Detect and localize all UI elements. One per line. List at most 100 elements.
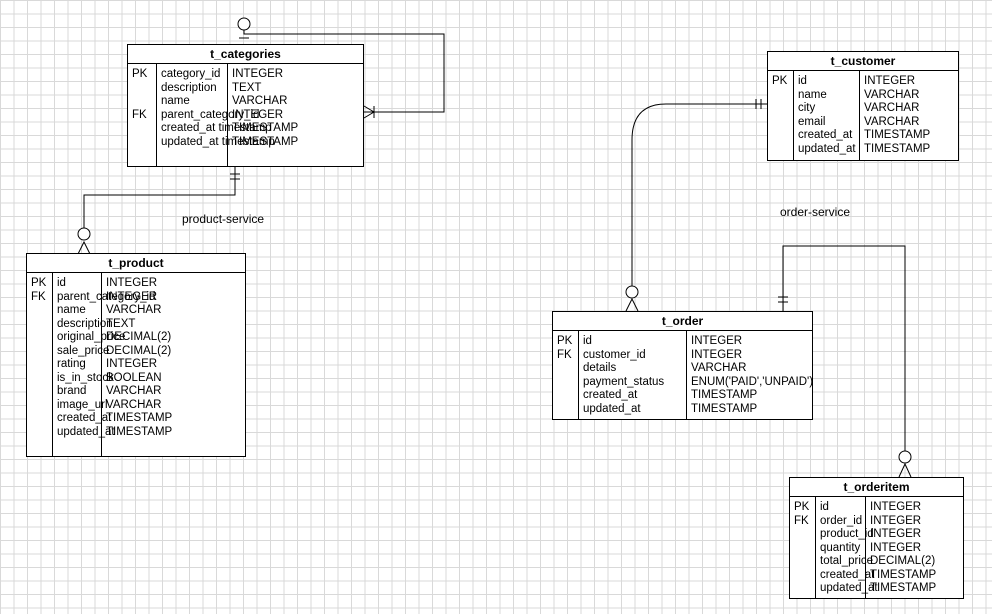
customer-order-zero-circle xyxy=(625,285,639,299)
key-cell xyxy=(772,129,793,143)
key-cell xyxy=(557,403,578,417)
column-type-cell: VARCHAR xyxy=(106,398,162,411)
customer-order-many-mark xyxy=(625,297,639,312)
key-cell: FK xyxy=(132,108,147,121)
column-type-cell: VARCHAR xyxy=(864,102,920,114)
column-name-cell: customer_id xyxy=(583,348,646,361)
column-type-cell: TIMESTAMP xyxy=(870,568,937,581)
key-cell xyxy=(31,385,52,399)
categories-table-body: PK FK category_id description name parent_cat… xyxy=(128,64,363,166)
key-cell xyxy=(132,122,156,136)
order-type-column: INTEGER INTEGER VARCHAR ENUM('PAID','UNPAID… xyxy=(686,331,813,419)
column-name-cell: created_at xyxy=(57,412,112,424)
column-type-cell: INTEGER xyxy=(870,528,922,540)
column-name-cell: order_id xyxy=(820,514,863,527)
key-cell xyxy=(794,582,815,596)
customer-key-column: PK xyxy=(768,75,793,160)
column-type-cell: INTEGER xyxy=(106,290,158,303)
column-type-cell: VARCHAR xyxy=(106,385,162,397)
column-type-cell: VARCHAR xyxy=(864,88,920,101)
key-cell xyxy=(557,362,578,376)
key-cell xyxy=(557,389,578,403)
column-type-cell: TEXT xyxy=(232,81,262,94)
column-name-cell: updated_at xyxy=(820,582,878,594)
column-type-cell: TIMESTAMP xyxy=(864,142,931,155)
column-name-cell: updated_at xyxy=(583,402,641,415)
categories-key-column: PK FK xyxy=(128,68,156,166)
customer-table[interactable]: t_customer PK id name city email created_at upd… xyxy=(767,51,959,161)
product-name-column: id parent_category_id name description origi… xyxy=(52,273,156,456)
customer-order-line xyxy=(631,103,767,286)
key-cell xyxy=(772,89,793,103)
key-cell: PK xyxy=(31,277,47,289)
key-cell xyxy=(31,426,52,440)
column-name-cell: name xyxy=(161,95,190,107)
column-name-cell: updated_at timestamp xyxy=(161,135,275,148)
column-name-cell: id xyxy=(820,501,829,513)
key-cell xyxy=(557,376,578,390)
column-name-cell: parent_category_id xyxy=(57,290,156,303)
categories-table-title: t_categories xyxy=(128,45,363,64)
key-cell xyxy=(31,399,52,413)
column-type-cell: VARCHAR xyxy=(691,362,747,374)
column-name-cell: name xyxy=(57,304,86,316)
key-cell xyxy=(132,95,156,109)
order-orderitem-many-mark xyxy=(898,462,912,478)
order-service-label: order-service xyxy=(780,205,851,219)
key-cell xyxy=(794,569,815,583)
column-type-cell: INTEGER xyxy=(232,108,284,121)
column-name-cell: payment_status xyxy=(583,375,665,388)
product-key-column: PK FK xyxy=(27,277,52,456)
orderitem-key-column: PK FK xyxy=(790,501,815,598)
column-type-cell: VARCHAR xyxy=(106,304,162,316)
key-cell: PK xyxy=(794,501,810,513)
key-cell xyxy=(794,542,815,556)
column-name-cell: product_id xyxy=(820,528,874,540)
order-table[interactable]: t_order PK FK id customer_id details payment_s… xyxy=(552,311,813,420)
column-name-cell: id xyxy=(798,75,807,87)
column-name-cell: created_at timestamp xyxy=(161,122,272,134)
column-name-cell: id xyxy=(583,335,592,347)
column-type-cell: VARCHAR xyxy=(864,115,920,128)
key-cell: PK xyxy=(132,68,148,80)
column-name-cell: total_price xyxy=(820,555,874,567)
column-type-cell: TIMESTAMP xyxy=(691,402,758,415)
orderitem-type-column: INTEGER INTEGER INTEGER INTEGER DECIMAL(2) TI… xyxy=(865,497,962,598)
column-type-cell: VARCHAR xyxy=(232,95,288,107)
column-type-cell: INTEGER xyxy=(864,75,916,87)
key-cell xyxy=(31,412,52,426)
column-name-cell: updated_at xyxy=(798,142,856,155)
column-type-cell: TIMESTAMP xyxy=(106,412,173,424)
column-name-cell: description xyxy=(57,317,113,330)
column-type-cell: INTEGER xyxy=(870,501,922,513)
product-service-label: product-service xyxy=(182,212,265,226)
customer-name-column: id name city email created_at updated_at xyxy=(793,71,860,160)
product-table[interactable]: t_product PK FK id parent_category_id name des… xyxy=(26,253,246,457)
column-type-cell: INTEGER xyxy=(691,335,743,347)
column-type-cell: INTEGER xyxy=(106,358,158,370)
orderitem-name-column: id order_id product_id quantity total_price c… xyxy=(815,497,878,598)
column-name-cell: updated_at xyxy=(57,425,115,438)
key-cell xyxy=(31,318,52,332)
product-table-body: PK FK id parent_category_id name description o… xyxy=(27,273,245,456)
column-name-cell: brand xyxy=(57,385,87,397)
key-cell xyxy=(794,555,815,569)
key-cell xyxy=(132,136,156,150)
categories-product-zero-circle xyxy=(77,227,91,241)
column-type-cell: INTEGER xyxy=(106,277,158,289)
key-cell xyxy=(772,143,793,157)
categories-table[interactable]: t_categories PK FK category_id description na… xyxy=(127,44,364,167)
column-name-cell: rating xyxy=(57,358,86,370)
key-cell: FK xyxy=(31,290,46,303)
column-name-cell: sale_price xyxy=(57,344,110,357)
key-cell xyxy=(31,345,52,359)
key-cell xyxy=(31,358,52,372)
key-cell: PK xyxy=(772,75,788,87)
orderitem-table-title: t_orderitem xyxy=(790,478,963,497)
key-cell: FK xyxy=(794,514,809,527)
order-name-column: id customer_id details payment_status create… xyxy=(578,331,687,419)
orderitem-table[interactable]: t_orderitem PK FK id order_id product_id quant… xyxy=(789,477,964,599)
column-type-cell: TIMESTAMP xyxy=(106,425,173,438)
column-type-cell: DECIMAL(2) xyxy=(870,555,936,567)
column-name-cell: parent_category_id xyxy=(161,108,260,121)
